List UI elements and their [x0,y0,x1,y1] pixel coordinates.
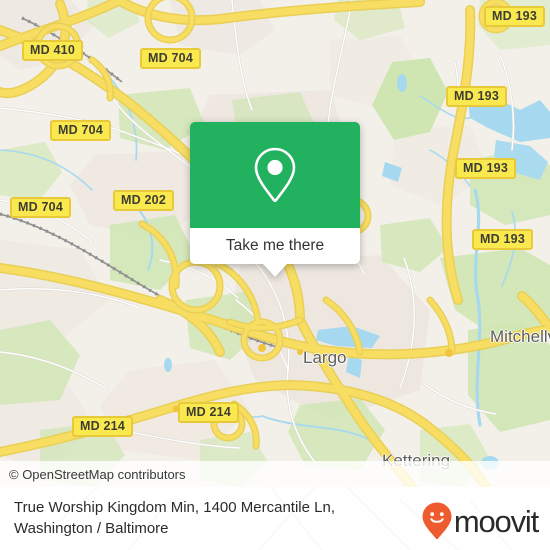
road-shield: MD 193 [446,86,507,107]
road-shield: MD 193 [484,6,545,27]
road-shield: MD 704 [50,120,111,141]
attribution-text: © OpenStreetMap contributors [9,466,186,482]
road-shield: MD 214 [178,402,239,423]
road-shield: MD 704 [140,48,201,69]
road-shield: MD 704 [10,197,71,218]
map-canvas[interactable]: .g{fill:#cfe6b3} .w{fill:#a6d9f0} .wl{st… [0,0,550,487]
map-pin-icon [254,147,296,203]
location-popup[interactable]: Take me there [190,122,360,277]
take-me-there-button[interactable]: Take me there [190,228,360,264]
moovit-logo: moovit [421,501,539,541]
popup-pointer [263,264,287,277]
popup-header [190,122,360,228]
road-shield: MD 193 [472,229,533,250]
location-title-line1: True Worship Kingdom Min, 1400 Mercantil… [14,499,335,516]
moovit-pin-icon [422,502,452,540]
location-title: True Worship Kingdom Min, 1400 Mercantil… [14,497,404,539]
moovit-map-card: .g{fill:#cfe6b3} .w{fill:#a6d9f0} .wl{st… [0,0,550,550]
footer-bar: True Worship Kingdom Min, 1400 Mercantil… [0,487,550,550]
location-title-line2: Washington / Baltimore [14,520,169,537]
road-shield: MD 193 [455,158,516,179]
map-attribution: © OpenStreetMap contributors [0,461,550,487]
place-label-mitchellville: Mitchellvi [490,327,550,346]
moovit-wordmark: moovit [453,503,539,539]
place-label-largo: Largo [303,348,347,367]
road-shield: MD 214 [72,416,133,437]
road-shield: MD 410 [22,40,83,61]
road-shield: MD 202 [113,190,174,211]
take-me-there-label: Take me there [225,237,325,254]
